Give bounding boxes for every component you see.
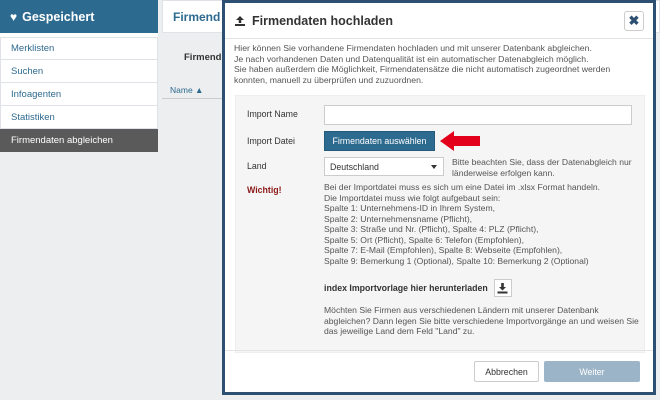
modal-footer: Abbrechen Weiter (225, 350, 653, 392)
warning-line: Spalte 2: Unternehmensname (Pflicht), (324, 213, 473, 224)
sidebar-item-label: Suchen (11, 65, 44, 77)
land-row: Land (247, 161, 322, 171)
heart-icon: ♥ (10, 9, 18, 24)
import-name-row: Import Name (247, 109, 322, 119)
sidebar-item-label: Infoagenten (11, 88, 62, 100)
import-name-label: Import Name (247, 109, 298, 119)
intro-line: Je nach vorhandenen Daten und Datenquali… (234, 53, 589, 64)
warning-line: Spalte 9: Bemerkung 1 (Optional), Spalte… (324, 255, 589, 266)
warning-line: Bei der Importdatei muss es sich um eine… (324, 182, 601, 192)
red-arrow-icon (440, 131, 480, 151)
chevron-down-icon (431, 165, 437, 169)
close-icon: ✖ (628, 13, 640, 28)
upload-icon (235, 15, 245, 26)
warning-line: Spalte 5: Ort (Pflicht), Spalte 6: Telef… (324, 234, 524, 245)
modal-form: Import Name Import Datei Firmendaten aus… (235, 95, 645, 353)
template-download-row: index Importvorlage hier herunterladen (324, 279, 512, 297)
sidebar-item-merklisten[interactable]: Merklisten (0, 37, 158, 60)
background-subtitle: Firmend (184, 52, 222, 63)
download-button[interactable] (493, 279, 512, 297)
import-file-label: Import Datei (247, 136, 295, 146)
template-download-label[interactable]: index Importvorlage hier herunterladen (324, 283, 488, 293)
intro-line: Sie haben außerdem die Möglichkeit, Firm… (234, 64, 611, 85)
intro-line: Hier können Sie vorhandene Firmendaten h… (234, 43, 592, 53)
sidebar-item-infoagenten[interactable]: Infoagenten (0, 83, 158, 106)
modal-intro: Hier können Sie vorhandene Firmendaten h… (225, 39, 653, 85)
cancel-button[interactable]: Abbrechen (474, 361, 539, 382)
warning-text: Bei der Importdatei muss es sich um eine… (324, 182, 634, 266)
import-file-row: Import Datei (247, 136, 322, 146)
sidebar-title: Gespeichert (22, 9, 95, 24)
land-select[interactable]: Deutschland (324, 157, 444, 176)
modal-title: Firmendaten hochladen (252, 13, 393, 28)
download-icon (497, 282, 508, 293)
warning-line: Die Importdatei muss wie folgt aufgebaut… (324, 192, 501, 203)
sidebar: ♥ Gespeichert Merklisten Suchen Infoagen… (0, 0, 158, 152)
close-button[interactable]: ✖ (624, 11, 644, 31)
warning-row: Wichtig! (247, 185, 322, 195)
land-label: Land (247, 161, 267, 171)
sidebar-header: ♥ Gespeichert (0, 0, 158, 33)
modal-header: Firmendaten hochladen ✖ (225, 3, 653, 39)
sidebar-item-suchen[interactable]: Suchen (0, 60, 158, 83)
background-column-name[interactable]: Name ▲ (170, 85, 203, 95)
warning-line: Spalte 3: Straße und Nr. (Pflicht), Spal… (324, 224, 539, 234)
multi-country-note: Möchten Sie Firmen aus verschiedenen Län… (324, 305, 639, 336)
next-button[interactable]: Weiter (544, 361, 640, 382)
warning-line: Spalte 7: E-Mail (Empfohlen), Spalte 8: … (324, 245, 563, 255)
import-name-input[interactable] (324, 105, 632, 125)
sidebar-item-label: Statistiken (11, 111, 55, 123)
sidebar-item-label: Merklisten (11, 43, 55, 54)
sidebar-item-statistiken[interactable]: Statistiken (0, 106, 158, 129)
land-select-value: Deutschland (330, 161, 379, 172)
warning-label: Wichtig! (247, 185, 282, 195)
upload-modal: Firmendaten hochladen ✖ Hier können Sie … (222, 0, 656, 395)
warning-line: Spalte 1: Unternehmens-ID in Ihrem Syste… (324, 203, 495, 213)
background-divider (162, 98, 222, 99)
select-file-button[interactable]: Firmendaten auswählen (324, 131, 435, 151)
sidebar-item-firmendaten-abgleichen[interactable]: Firmendaten abgleichen (0, 129, 158, 152)
land-note: Bitte beachten Sie, dass der Datenabglei… (452, 157, 632, 178)
sidebar-item-label: Firmendaten abgleichen (11, 134, 113, 146)
